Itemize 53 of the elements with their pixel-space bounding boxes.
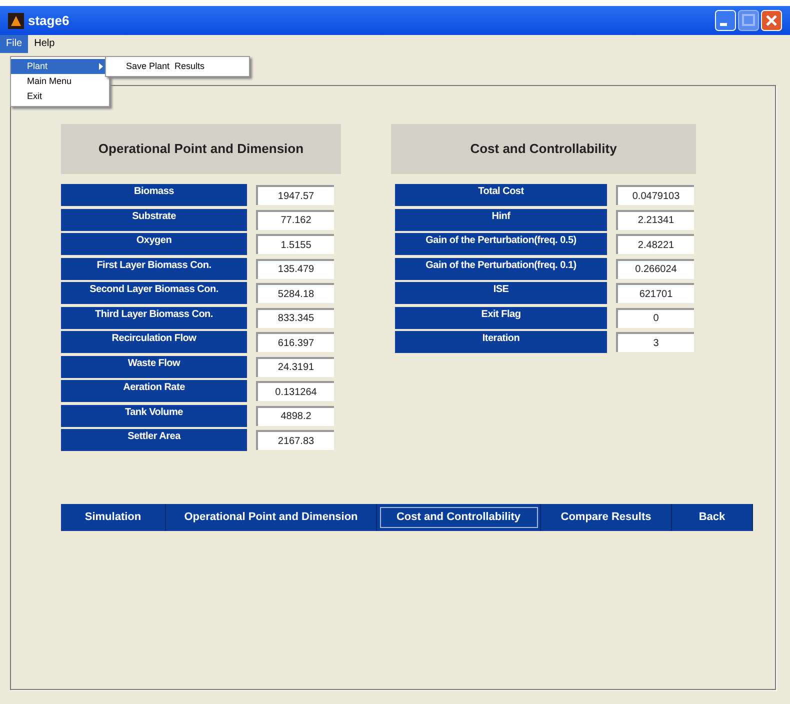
field-label: Waste Flow	[61, 356, 247, 378]
field-label: Tank Volume	[61, 404, 247, 426]
field-label: Hinf	[395, 208, 607, 230]
section-header: Operational Point and Dimension	[61, 124, 341, 174]
menu-item[interactable]: File	[0, 35, 28, 53]
value-field[interactable]: 616.397	[256, 332, 334, 352]
field-label: Gain of the Perturbation(freq. 0.5)	[395, 233, 607, 255]
nav-button[interactable]: Back	[672, 504, 753, 531]
value-field[interactable]: 2.21341	[616, 210, 694, 230]
value-field[interactable]: 3	[616, 332, 694, 352]
menu-item[interactable]: Help	[28, 35, 61, 53]
menu-entry[interactable]: Save Plant Results	[106, 59, 249, 74]
nav-button[interactable]: Compare Results	[541, 504, 672, 531]
value-field[interactable]: 24.3191	[256, 356, 334, 376]
value-field[interactable]: 833.345	[256, 308, 334, 328]
value-field[interactable]: 77.162	[256, 210, 334, 230]
value-field[interactable]: 0.131264	[256, 381, 334, 401]
app-logo-icon	[8, 12, 24, 28]
section-header: Cost and Controllability	[391, 124, 696, 174]
field-label: Recirculation Flow	[61, 331, 247, 353]
minimize-icon[interactable]	[715, 10, 736, 31]
value-field[interactable]: 4898.2	[256, 406, 334, 426]
field-label: ISE	[395, 282, 607, 304]
value-field[interactable]: 1.5155	[256, 234, 334, 254]
field-label: Total Cost	[395, 184, 607, 206]
field-label: Biomass	[61, 184, 247, 206]
value-field[interactable]: 2.48221	[616, 234, 694, 254]
maximize-icon[interactable]	[738, 10, 759, 31]
menu-entry[interactable]: Exit	[11, 89, 109, 104]
value-field[interactable]: 2167.83	[256, 430, 334, 450]
close-icon[interactable]	[761, 10, 782, 31]
nav-button[interactable]: Simulation	[61, 504, 166, 531]
value-field[interactable]: 0.0479103	[616, 185, 694, 205]
field-label: Substrate	[61, 208, 247, 230]
value-field[interactable]: 0	[616, 308, 694, 328]
menu-entry[interactable]: Main Menu	[11, 74, 109, 89]
nav-button[interactable]: Operational Point and Dimension	[166, 504, 377, 531]
field-label: Second Layer Biomass Con.	[61, 282, 247, 304]
window-title: stage6	[28, 12, 70, 30]
value-field[interactable]: 621701	[616, 283, 694, 303]
value-field[interactable]: 0.266024	[616, 258, 694, 278]
value-field[interactable]: 1947.57	[256, 185, 334, 205]
field-label: Iteration	[395, 331, 607, 353]
field-label: Settler Area	[61, 429, 247, 451]
field-label: Oxygen	[61, 233, 247, 255]
field-label: Exit Flag	[395, 306, 607, 328]
value-field[interactable]: 5284.18	[256, 283, 334, 303]
nav-button[interactable]: Cost and Controllability	[377, 504, 541, 531]
field-label: Third Layer Biomass Con.	[61, 306, 247, 328]
field-label: First Layer Biomass Con.	[61, 258, 247, 280]
field-label: Gain of the Perturbation(freq. 0.1)	[395, 258, 607, 280]
field-label: Aeration Rate	[61, 380, 247, 402]
value-field[interactable]: 135.479	[256, 258, 334, 278]
